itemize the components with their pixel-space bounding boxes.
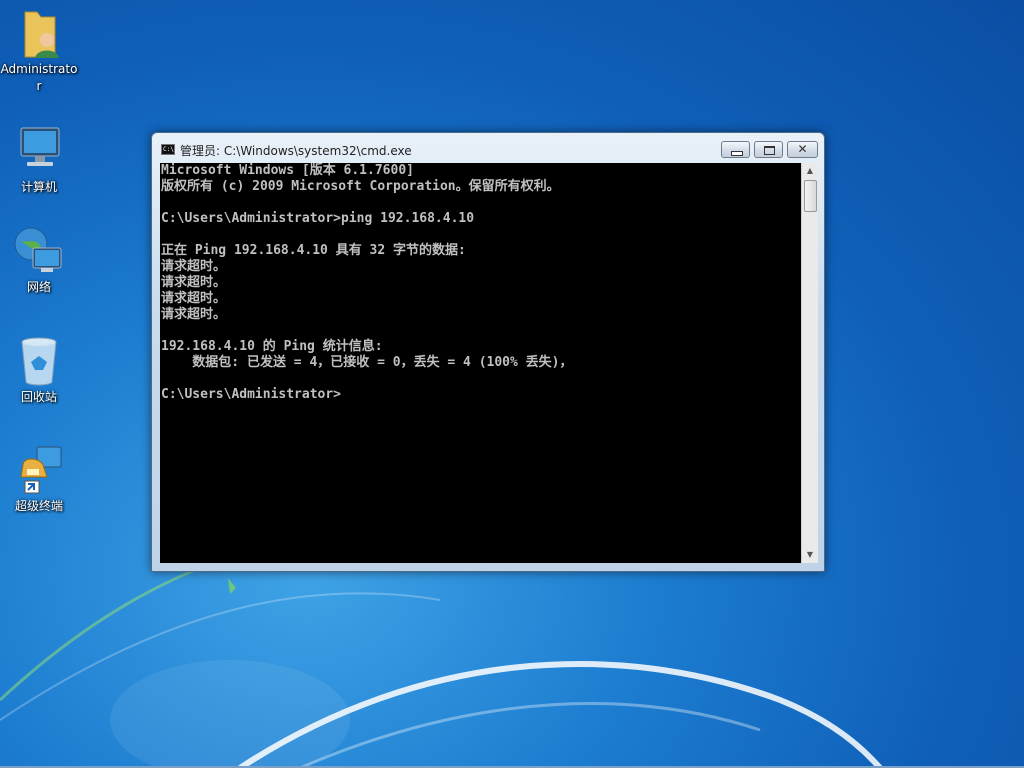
console-line: 正在 Ping 192.168.4.10 具有 32 字节的数据: [161,243,466,258]
scroll-up-arrow-icon[interactable]: ▲ [802,163,818,179]
desktop-icon-label: Administrator [0,62,78,93]
network-icon [13,224,65,276]
desktop-icon-label: 回收站 [20,390,57,404]
console-line: 数据包: 已发送 = 4，已接收 = 0，丢失 = 4 (100% 丢失)， [161,355,573,370]
hyperterminal-shortcut-icon [13,443,65,495]
maximize-icon [755,142,782,157]
console-line: 请求超时。 [161,259,227,274]
desktop-icon-label: 计算机 [20,180,57,194]
recycle-bin-icon [13,334,65,386]
vertical-scrollbar[interactable]: ▲ ▼ [801,163,818,563]
desktop-icon-label: 网络 [26,280,51,294]
console-line: 请求超时。 [161,291,227,306]
desktop-icon-computer[interactable]: 计算机 [0,124,78,196]
scroll-down-arrow-icon[interactable]: ▼ [802,547,818,563]
console-line: 版权所有 (c) 2009 Microsoft Corporation。保留所有… [161,179,560,194]
minimize-button[interactable] [721,141,750,158]
desktop-icon-hyperterminal[interactable]: 超级终端 [0,443,78,515]
desktop-icon-network[interactable]: 网络 [0,224,78,296]
scroll-thumb[interactable] [804,180,817,212]
console-prompt[interactable]: C:\Users\Administrator> [160,387,801,403]
cmd-icon: C:\ [161,144,175,155]
minimize-icon [722,142,749,157]
desktop-icon-label: 超级终端 [14,499,63,513]
console-line: 请求超时。 [161,307,227,322]
desktop-icon-recycle-bin[interactable]: 回收站 [0,334,78,406]
user-folder-icon [13,6,65,58]
console-line: 请求超时。 [161,275,227,290]
maximize-button[interactable] [754,141,783,158]
close-button[interactable]: ✕ [787,141,818,158]
cmd-window[interactable]: C:\ 管理员: C:\Windows\system32\cmd.exe ✕ M… [151,132,825,572]
desktop-icon-administrator[interactable]: Administrator [0,6,78,95]
close-icon: ✕ [797,142,808,156]
window-title: 管理员: C:\Windows\system32\cmd.exe [180,144,412,158]
console-line: 192.168.4.10 的 Ping 统计信息: [161,339,383,354]
console-line: C:\Users\Administrator>ping 192.168.4.10 [161,211,475,226]
console-output[interactable]: Microsoft Windows [版本 6.1.7600] 版权所有 (c)… [160,163,801,563]
console-line: Microsoft Windows [版本 6.1.7600] [161,163,414,178]
window-titlebar[interactable]: C:\ 管理员: C:\Windows\system32\cmd.exe ✕ [152,133,824,163]
computer-icon [13,124,65,176]
